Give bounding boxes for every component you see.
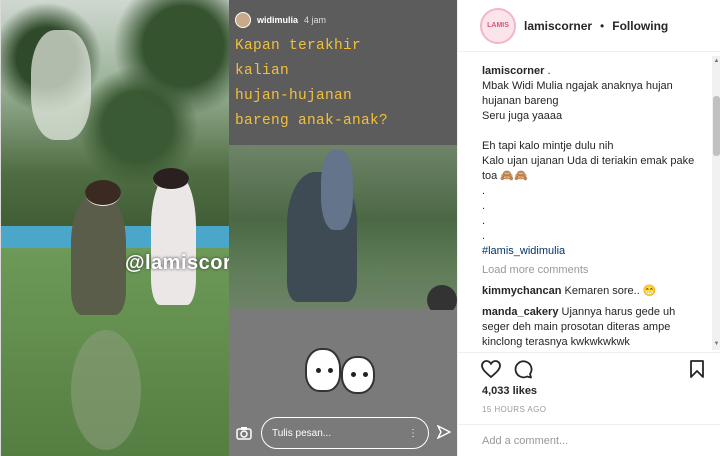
story-avatar[interactable]	[235, 12, 251, 28]
comment-username[interactable]: kimmychancan	[482, 285, 561, 297]
scroll-up-arrow[interactable]: ▲	[713, 58, 720, 65]
comment-item: kimmychancan Kemaren sore.. 😁	[482, 284, 704, 299]
caption-line	[482, 124, 704, 139]
caption-suffix: .	[547, 65, 551, 77]
post-header: LAMIS lamiscorner • Following	[458, 0, 720, 52]
comment-text: Kemaren sore.. 😁	[564, 285, 657, 297]
wet-patch	[71, 330, 141, 450]
post-actions	[458, 352, 720, 384]
post-timestamp[interactable]: 15 HOURS AGO	[482, 405, 546, 414]
sticker-eye	[363, 372, 368, 377]
story-header: widimulia 4 jam	[235, 12, 326, 28]
story-caption: Kapan terakhir kalian hujan-hujanan bare…	[235, 34, 457, 134]
story-reply-bar: Tulis pesan... ⋮	[229, 414, 457, 452]
woman-figure	[71, 195, 126, 315]
post-photo-left: @lamiscorner	[1, 0, 229, 456]
caption-line: .	[482, 185, 486, 197]
scroll-thumb[interactable]	[713, 96, 720, 156]
post-username[interactable]: lamiscorner	[524, 19, 592, 33]
cartoon-sticker	[305, 348, 375, 406]
header-separator: •	[600, 18, 605, 33]
post-sidebar: LAMIS lamiscorner • Following lamiscorne…	[457, 0, 720, 456]
story-caption-line: kalian	[235, 63, 290, 79]
add-comment-placeholder: Add a comment...	[482, 434, 569, 447]
sticker-eye	[328, 368, 333, 373]
girl-figure	[151, 175, 196, 305]
avatar-logo-text: LAMIS	[487, 22, 509, 29]
send-icon[interactable]	[436, 423, 452, 442]
add-comment-input[interactable]: Add a comment...	[458, 424, 720, 456]
story-caption-line: hujan-hujanan	[235, 88, 353, 104]
load-more-comments[interactable]: Load more comments	[482, 263, 704, 278]
caption-line: .	[482, 230, 486, 242]
photo-watermark: @lamiscorner	[125, 252, 229, 274]
story-time: 4 jam	[304, 15, 327, 25]
story-message-placeholder: Tulis pesan...	[272, 427, 332, 439]
story-message-input[interactable]: Tulis pesan... ⋮	[261, 417, 429, 449]
scroll-down-arrow[interactable]: ▼	[713, 341, 720, 348]
profile-avatar[interactable]: LAMIS	[480, 7, 516, 44]
sticker-eye	[351, 372, 356, 377]
story-username[interactable]: widimulia	[257, 15, 298, 25]
following-button[interactable]: Following	[612, 19, 668, 33]
story-caption-line: Kapan terakhir	[235, 38, 362, 54]
sticker-eye	[316, 368, 321, 373]
caption-line: Mbak Widi Mulia ngajak anaknya hujan	[482, 80, 673, 92]
caption-username[interactable]: lamiscorner	[482, 65, 544, 77]
story-child	[321, 150, 353, 230]
camera-icon[interactable]	[235, 426, 253, 440]
sticker-cat	[341, 356, 375, 394]
woman-head	[85, 180, 121, 206]
caption-line: .	[482, 215, 486, 227]
heart-icon[interactable]	[480, 358, 502, 380]
caption-line: Seru juga yaaaa	[482, 110, 563, 122]
comments-scrollbar[interactable]: ▲ ▼	[712, 56, 720, 350]
likes-count[interactable]: 4,033 likes	[482, 385, 537, 397]
sky-patch	[31, 30, 91, 140]
hashtag-link[interactable]: #lamis_widimulia	[482, 244, 704, 259]
story-caption-line: bareng anak-anak?	[235, 113, 389, 129]
comment-username[interactable]: manda_cakery	[482, 306, 558, 318]
story-screenshot: widimulia 4 jam Kapan terakhir kalian hu…	[229, 0, 457, 456]
caption-header: lamiscorner .	[482, 64, 704, 79]
girl-head	[153, 168, 189, 190]
comment-item: manda_cakery Ujannya harus gede uh seger…	[482, 305, 704, 350]
caption-line: hujanan bareng	[482, 95, 559, 107]
sticker-girl	[305, 348, 341, 392]
comments-list: lamiscorner . Mbak Widi Mulia ngajak ana…	[458, 56, 712, 350]
instagram-post-modal: @lamiscorner widimulia 4 jam Kapan terak…	[0, 0, 720, 456]
caption-line: .	[482, 200, 486, 212]
comment-icon[interactable]	[512, 358, 534, 380]
bookmark-icon[interactable]	[686, 358, 708, 380]
caption-line: toa 🙈🙈	[482, 170, 528, 182]
caption-line: Kalo ujan ujanan Uda di teriakin emak pa…	[482, 155, 695, 167]
more-options-icon[interactable]: ⋮	[408, 428, 418, 439]
caption-line: Eh tapi kalo mintje dulu nih	[482, 140, 614, 152]
